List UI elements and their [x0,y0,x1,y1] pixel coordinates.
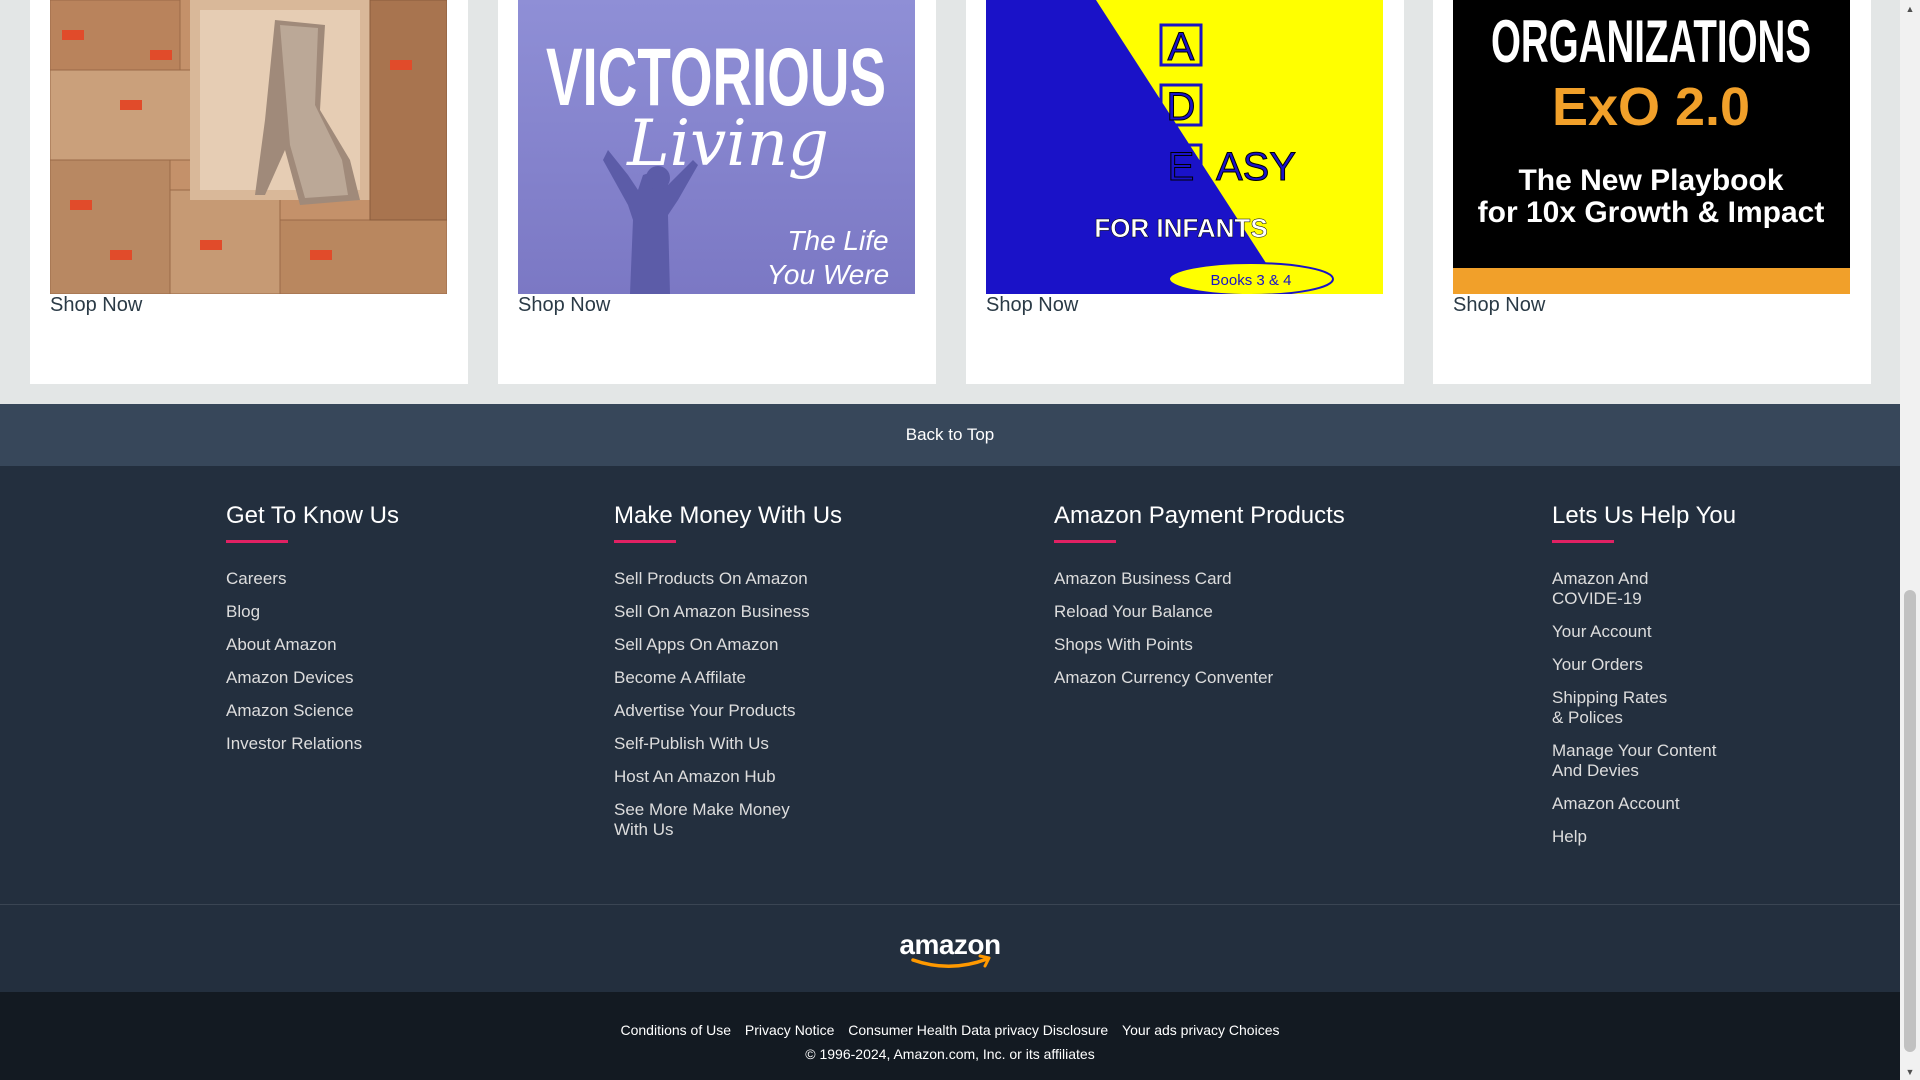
product-image-organizations[interactable]: ORGANIZATIONS ExO 2.0 The New Playbook f… [1453,0,1850,294]
shop-now-link[interactable]: Shop Now [518,294,610,317]
svg-text:You Were: You Were [767,259,889,290]
footer-column-get-to-know-us: Get To Know Us Careers Blog About Amazon… [226,502,526,767]
footer-link[interactable]: See More Make Money With Us [614,800,804,840]
shop-now-link[interactable]: Shop Now [1453,294,1545,317]
svg-text:ASY: ASY [1216,145,1296,189]
book-cover-made-easy: A D E ASY FOR INFANTS Books 3 & 4 [986,0,1383,294]
footer-link[interactable]: Your Orders [1552,655,1742,675]
svg-text:E: E [1168,145,1195,189]
amazon-logo[interactable]: amazon [895,929,1005,969]
footer-link[interactable]: Careers [226,569,526,589]
product-image-victorious-living[interactable]: VICTORIOUS Living The Life You Were [518,0,915,294]
ads-privacy-choices-link[interactable]: Your ads privacy Choices [1122,1022,1279,1038]
product-card: Shop Now [30,0,468,384]
footer-link[interactable]: Investor Relations [226,734,526,754]
footer-link[interactable]: Sell Products On Amazon [614,569,834,589]
book-cover-organizations: ORGANIZATIONS ExO 2.0 The New Playbook f… [1453,0,1850,294]
footer-column-help: Lets Us Help You Amazon And COVIDE-19 Yo… [1552,502,1742,860]
svg-text:FOR INFANTS: FOR INFANTS [1094,213,1267,243]
footer-link[interactable]: Reload Your Balance [1054,602,1374,622]
footer-link[interactable]: Blog [226,602,526,622]
footer-link[interactable]: Manage Your Content And Devies [1552,741,1727,781]
svg-text:D: D [1167,85,1196,129]
conditions-of-use-link[interactable]: Conditions of Use [621,1022,732,1038]
vertical-scrollbar[interactable]: ▲ ▼ [1900,0,1920,1080]
footer-link[interactable]: Your Account [1552,622,1742,642]
svg-text:for 10x Growth & Impact: for 10x Growth & Impact [1478,196,1825,229]
boot-boxes-illustration [50,0,447,294]
logo-strip: amazon [0,905,1900,992]
svg-text:ExO 2.0: ExO 2.0 [1552,77,1750,137]
title-underline [226,540,288,543]
footer-link[interactable]: Amazon And COVIDE-19 [1552,569,1662,609]
footer-column-payment-products: Amazon Payment Products Amazon Business … [1054,502,1374,701]
footer-link[interactable]: Shops With Points [1054,635,1374,655]
legal-links: Conditions of Use Privacy Notice Consume… [0,1022,1900,1038]
health-data-disclosure-link[interactable]: Consumer Health Data privacy Disclosure [848,1022,1108,1038]
svg-text:A: A [1168,25,1195,69]
footer-link[interactable]: Help [1552,827,1742,847]
footer-link[interactable]: Become A Affilate [614,668,834,688]
footer-link[interactable]: About Amazon [226,635,526,655]
shop-now-link[interactable]: Shop Now [50,294,142,317]
book-cover-victorious-living: VICTORIOUS Living The Life You Were [518,0,915,294]
footer-column-make-money: Make Money With Us Sell Products On Amaz… [614,502,842,853]
privacy-notice-link[interactable]: Privacy Notice [745,1022,834,1038]
copyright-text: © 1996-2024, Amazon.com, Inc. or its aff… [805,1046,1095,1062]
scroll-up-arrow-icon[interactable]: ▲ [1900,0,1920,17]
svg-text:Books 3 & 4: Books 3 & 4 [1211,272,1292,289]
svg-text:The Life: The Life [787,225,888,256]
product-card: VICTORIOUS Living The Life You Were Shop… [498,0,936,384]
footer-column-title: Make Money With Us [614,502,843,529]
footer-link[interactable]: Amazon Business Card [1054,569,1374,589]
footer-link[interactable]: Advertise Your Products [614,701,834,721]
footer-column-title: Lets Us Help You [1552,502,1737,529]
footer-link[interactable]: Shipping Rates & Polices [1552,688,1672,728]
product-cards-row: Shop Now VICTORIOUS Living The Life You [0,0,1900,384]
footer-column-title: Get To Know Us [226,502,399,529]
shop-now-link[interactable]: Shop Now [986,294,1078,317]
product-card: A D E ASY FOR INFANTS Books 3 & 4 Shop N… [966,0,1404,384]
footer-link[interactable]: Host An Amazon Hub [614,767,834,787]
smile-arrow-icon [911,954,991,968]
scroll-down-arrow-icon[interactable]: ▼ [1900,1063,1920,1080]
back-to-top-button[interactable]: Back to Top [0,404,1900,466]
title-underline [1054,540,1116,543]
footer-link[interactable]: Amazon Science [226,701,526,721]
footer-link[interactable]: Sell On Amazon Business [614,602,834,622]
title-underline [614,540,676,543]
product-image-made-easy[interactable]: A D E ASY FOR INFANTS Books 3 & 4 [986,0,1383,294]
footer-link[interactable]: Amazon Account [1552,794,1742,814]
svg-text:ORGANIZATIONS: ORGANIZATIONS [1491,8,1811,75]
product-image-boot-in-boxes[interactable] [50,0,447,294]
footer-column-title: Amazon Payment Products [1054,502,1345,529]
footer-link[interactable]: Self-Publish With Us [614,734,834,754]
footer-link[interactable]: Amazon Devices [226,668,526,688]
footer-bottom-bar: Conditions of Use Privacy Notice Consume… [0,992,1900,1080]
footer-link[interactable]: Sell Apps On Amazon [614,635,834,655]
footer-link[interactable]: Amazon Currency Conventer [1054,668,1374,688]
title-underline [1552,540,1614,543]
footer-links-section: Get To Know Us Careers Blog About Amazon… [0,466,1900,904]
svg-text:The New Playbook: The New Playbook [1518,164,1783,197]
product-card: ORGANIZATIONS ExO 2.0 The New Playbook f… [1433,0,1871,384]
scrollbar-thumb[interactable] [1904,590,1916,1052]
